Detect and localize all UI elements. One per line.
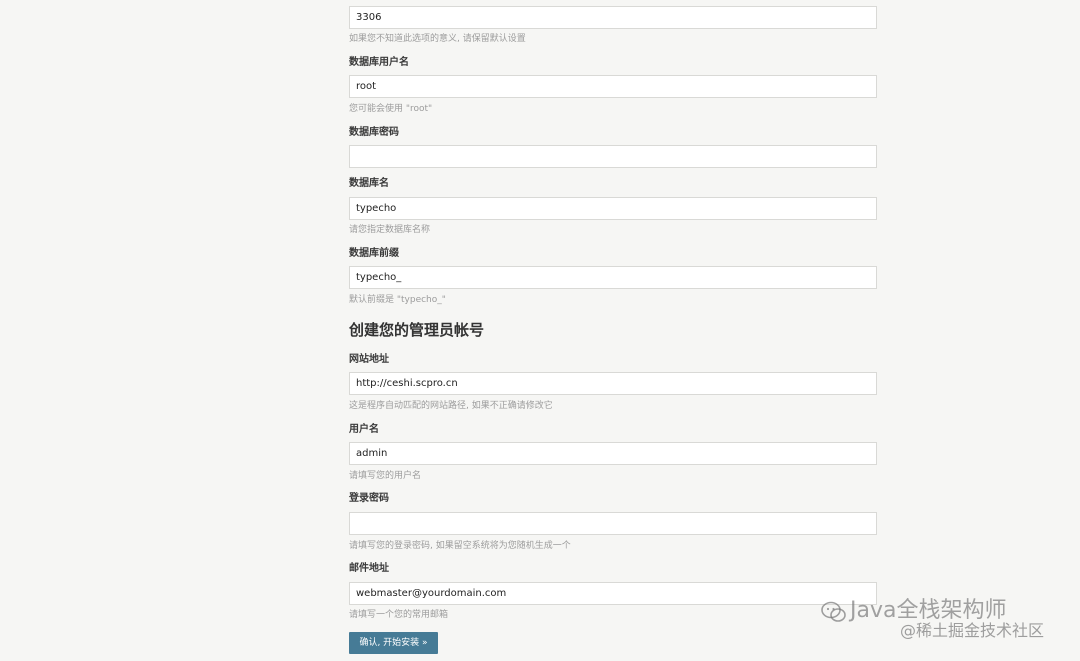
username-label: 用户名 [349,424,379,435]
db-user-help: 您可能会使用 "root" [349,104,433,114]
db-password-label: 数据库密码 [349,127,399,138]
submit-install-button[interactable]: 确认, 开始安装 » [349,632,438,654]
username-help: 请填写您的用户名 [349,471,422,481]
db-prefix-input[interactable]: typecho_ [349,266,877,289]
db-password-input[interactable] [349,145,877,168]
username-input[interactable]: admin [349,442,877,465]
site-url-label: 网站地址 [349,354,389,365]
admin-section-title: 创建您的管理员帐号 [349,321,485,339]
site-url-input[interactable]: http://ceshi.scpro.cn [349,372,877,395]
db-name-input-value: typecho [356,203,397,214]
db-prefix-input-value: typecho_ [356,272,402,283]
site-url-input-value: http://ceshi.scpro.cn [356,378,458,389]
db-name-label: 数据库名 [349,178,389,189]
db-name-help: 请您指定数据库名称 [349,225,431,235]
login-password-help: 请填写您的登录密码, 如果留空系统将为您随机生成一个 [349,541,571,551]
db-name-input[interactable]: typecho [349,197,877,220]
db-prefix-label: 数据库前缀 [349,248,399,259]
login-password-input[interactable] [349,512,877,535]
watermark-subtitle: @稀土掘金技术社区 [900,621,1045,640]
db-user-input-value: root [356,81,377,92]
login-password-label: 登录密码 [349,493,389,504]
username-input-value: admin [356,448,388,459]
db-user-label: 数据库用户名 [349,57,409,68]
email-input-value: webmaster@yourdomain.com [356,588,507,599]
port-help: 如果您不知道此选项的意义, 请保留默认设置 [349,34,526,44]
site-url-help: 这是程序自动匹配的网站路径, 如果不正确请修改它 [349,401,553,411]
email-label: 邮件地址 [349,563,389,574]
watermark: Java全栈架构师 @稀土掘金技术社区 [820,597,1070,645]
port-input-value: 3306 [356,12,382,23]
db-prefix-help: 默认前缀是 "typecho_" [349,295,446,305]
db-user-input[interactable]: root [349,75,877,98]
wechat-icon [821,601,846,622]
port-input[interactable]: 3306 [349,6,877,29]
email-help: 请填写一个您的常用邮箱 [349,610,449,620]
email-input[interactable]: webmaster@yourdomain.com [349,582,877,605]
